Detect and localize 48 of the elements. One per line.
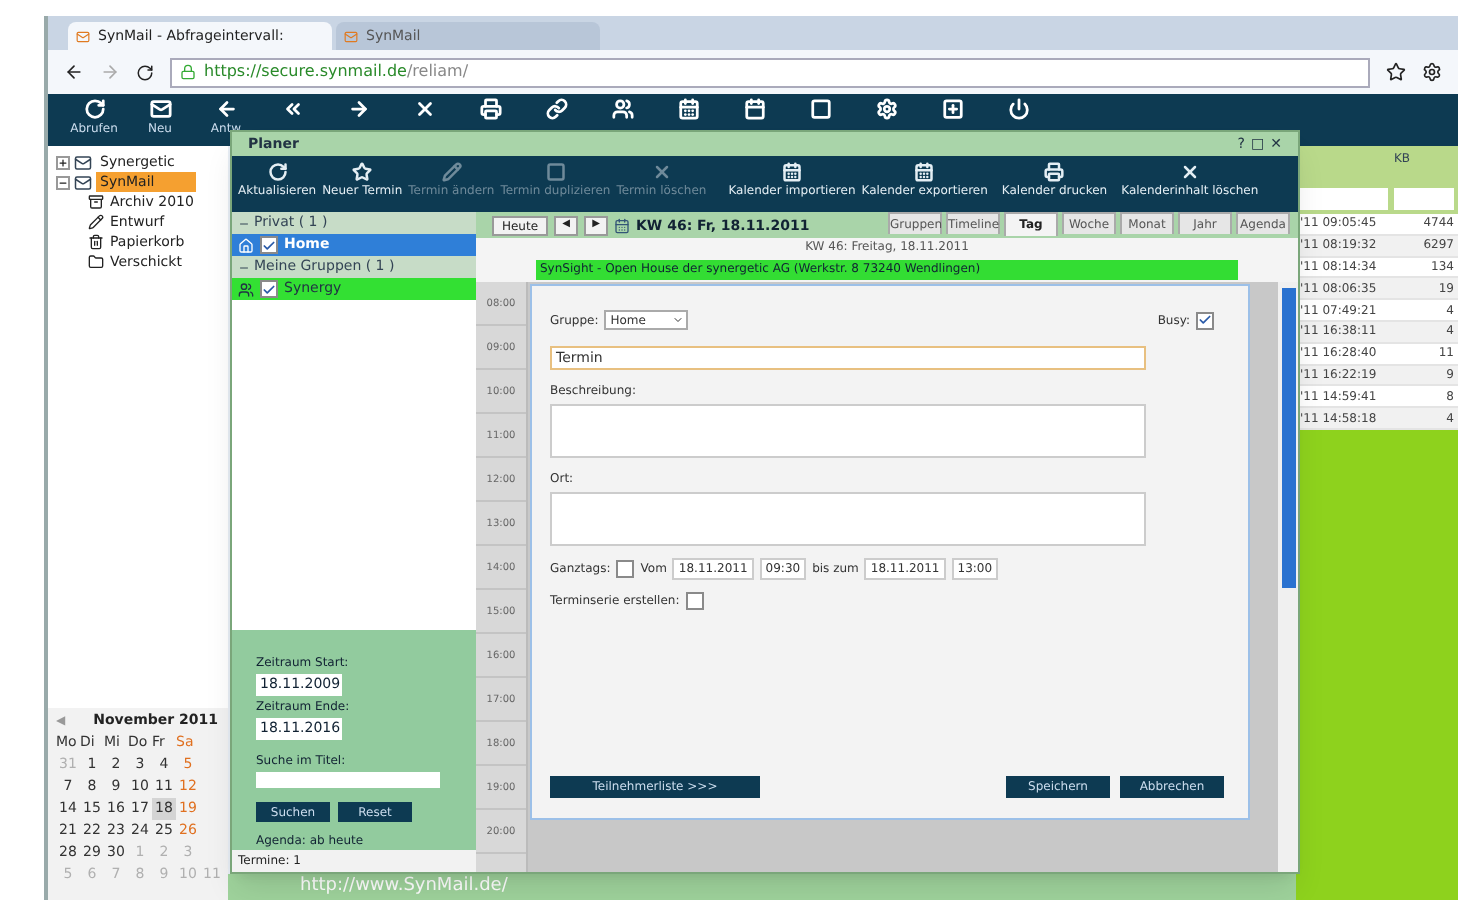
filter-field[interactable] [1300, 188, 1388, 210]
star-icon[interactable] [1386, 62, 1406, 82]
checkbox[interactable] [260, 236, 278, 254]
expand-icon[interactable] [56, 155, 70, 169]
rectangle-icon [545, 162, 566, 182]
checkbox[interactable] [260, 280, 278, 298]
collapse-icon[interactable] [56, 175, 70, 189]
scrollbar-thumb[interactable] [1281, 288, 1295, 588]
mail-icon [76, 29, 90, 43]
printer-icon [1044, 162, 1065, 182]
filter-field[interactable] [1394, 188, 1454, 210]
star-icon [352, 162, 373, 182]
back-icon[interactable] [64, 62, 84, 82]
calendar-icon [914, 162, 935, 182]
mail-icon [74, 153, 92, 171]
checkbox[interactable] [685, 592, 704, 610]
reload-icon[interactable] [136, 63, 154, 81]
close-icon [1179, 162, 1200, 182]
mail-icon [344, 29, 358, 43]
reply-all-icon[interactable] [281, 98, 303, 120]
refresh-icon [267, 162, 288, 182]
description-field[interactable] [550, 404, 1146, 458]
forward-icon[interactable] [347, 98, 369, 120]
address-bar[interactable]: https://secure.synmail.de/reliam/ [170, 57, 1370, 87]
checkbox[interactable] [1196, 311, 1214, 329]
close-icon [651, 162, 672, 182]
people-icon [238, 281, 254, 297]
settings-icon[interactable] [1422, 62, 1442, 82]
checkbox[interactable] [616, 560, 635, 578]
printer-icon[interactable] [479, 98, 501, 120]
search-field[interactable] [256, 772, 440, 788]
people-icon[interactable] [611, 98, 633, 120]
url-text: https://secure.synmail.de/reliam/ [204, 60, 469, 84]
pencil-icon [441, 162, 462, 182]
mail-icon [74, 173, 92, 191]
calendar-icon [781, 162, 802, 182]
refresh-icon[interactable] [83, 98, 105, 120]
rectangle-icon[interactable] [809, 98, 831, 120]
dropdown-icon [672, 314, 685, 326]
home-icon [238, 237, 254, 253]
power-icon[interactable] [1007, 98, 1029, 120]
plus-icon[interactable] [941, 98, 963, 120]
mail-icon[interactable] [149, 98, 171, 120]
link-icon[interactable] [545, 98, 567, 120]
reply-icon[interactable] [215, 98, 237, 120]
location-field[interactable] [550, 492, 1146, 546]
lock-icon [180, 64, 196, 80]
close-icon[interactable] [413, 98, 435, 120]
